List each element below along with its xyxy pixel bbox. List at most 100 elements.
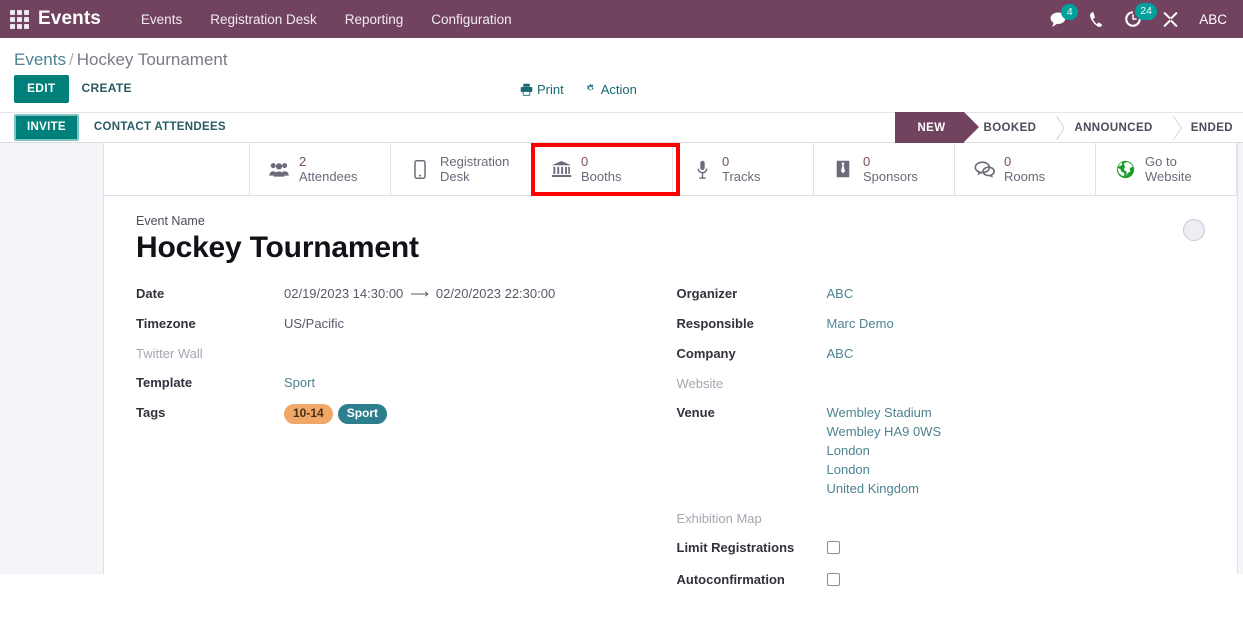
nav-item-reporting[interactable]: Reporting [331, 8, 418, 31]
field-timezone: Timezone US/Pacific [136, 315, 671, 334]
contact-attendees-button[interactable]: CONTACT ATTENDEES [83, 116, 237, 138]
attendees-count: 2 [299, 153, 307, 169]
venue-line-2[interactable]: Wembley HA9 0WS [827, 423, 942, 442]
messages-icon[interactable]: 4 [1050, 3, 1079, 28]
bank-booth-icon [550, 160, 572, 178]
nav-item-configuration[interactable]: Configuration [417, 8, 525, 31]
print-label: Print [537, 81, 564, 97]
smart-button-booths[interactable]: 0 Booths [532, 143, 673, 195]
attendees-label: Attendees [299, 169, 358, 184]
date-value[interactable]: 02/19/2023 14:30:00 ⟶ 02/20/2023 22:30:00 [284, 285, 555, 304]
date-end: 02/20/2023 22:30:00 [435, 286, 556, 302]
event-image-placeholder[interactable] [1183, 219, 1205, 241]
mobile-phone-icon [409, 159, 431, 179]
stage-new[interactable]: NEW [895, 112, 980, 143]
messages-count-badge: 4 [1061, 3, 1079, 20]
limit-registrations-value [826, 539, 840, 560]
invite-button[interactable]: INVITE [14, 114, 79, 141]
stage-announced[interactable]: ANNOUNCED [1055, 112, 1171, 143]
smart-button-rooms[interactable]: 0 Rooms [955, 143, 1096, 195]
limit-registrations-checkbox[interactable] [826, 541, 840, 555]
tag-10-14[interactable]: 10-14 [284, 404, 333, 425]
edit-button[interactable]: EDIT [14, 75, 69, 103]
venue-line-5[interactable]: United Kingdom [827, 480, 942, 499]
breadcrumb-current: Hockey Tournament [76, 50, 228, 69]
apps-grid-icon[interactable] [6, 6, 32, 32]
smart-button-bar: 2 Attendees Registration Desk 0 Booths 0… [104, 143, 1237, 196]
venue-value[interactable]: Wembley Stadium Wembley HA9 0WS London L… [827, 404, 942, 499]
field-autoconfirmation: Autoconfirmation [677, 571, 1206, 592]
twitter-wall-label: Twitter Wall [136, 346, 203, 362]
template-label: Template [136, 375, 193, 391]
sponsors-count: 0 [863, 153, 871, 169]
stage-ended[interactable]: ENDED [1172, 112, 1243, 143]
form-body: Event Name Hockey Tournament Date 02/19/… [104, 196, 1237, 603]
autoconfirmation-checkbox[interactable] [826, 573, 840, 587]
tag-sport[interactable]: Sport [337, 404, 388, 425]
phone-icon[interactable] [1089, 11, 1104, 28]
responsible-value[interactable]: Marc Demo [827, 315, 894, 334]
breadcrumb-separator: / [68, 50, 74, 69]
website-label: Go to Website [1145, 153, 1192, 184]
timezone-value[interactable]: US/Pacific [284, 315, 344, 334]
company-value[interactable]: ABC [827, 345, 854, 364]
smart-button-spacer [104, 143, 250, 195]
control-panel-actions: Print Action [520, 82, 637, 97]
venue-line-1[interactable]: Wembley Stadium [827, 404, 942, 423]
field-template: Template Sport [136, 374, 671, 393]
sponsors-label: Sponsors [863, 169, 918, 184]
field-responsible: Responsible Marc Demo [677, 315, 1206, 334]
event-name-value[interactable]: Hockey Tournament [136, 230, 1205, 265]
smart-button-tracks[interactable]: 0 Tracks [673, 143, 814, 195]
form-column-right: Organizer ABC Responsible Marc Demo Comp… [671, 285, 1206, 603]
field-venue: Venue Wembley Stadium Wembley HA9 0WS Lo… [677, 404, 1206, 499]
form-columns: Date 02/19/2023 14:30:00 ⟶ 02/20/2023 22:3… [136, 285, 1205, 603]
tie-sponsor-icon [832, 160, 854, 178]
organizer-value[interactable]: ABC [827, 285, 854, 304]
sheet-background: 2 Attendees Registration Desk 0 Booths 0… [0, 143, 1243, 587]
field-twitter-wall: Twitter Wall [136, 345, 671, 363]
create-button[interactable]: CREATE [69, 75, 145, 102]
tracks-label: Tracks [722, 169, 761, 184]
venue-line-3[interactable]: London [827, 442, 942, 461]
form-column-left: Date 02/19/2023 14:30:00 ⟶ 02/20/2023 22:3… [136, 285, 671, 603]
statusbar: NEW BOOKED ANNOUNCED ENDED [895, 112, 1243, 143]
timezone-label: Timezone [136, 316, 196, 332]
field-company: Company ABC [677, 345, 1206, 364]
registration-desk-label: Registration Desk [440, 153, 510, 184]
activity-clock-icon[interactable]: 24 [1124, 3, 1157, 28]
action-button[interactable]: Action [584, 82, 637, 97]
venue-line-4[interactable]: London [827, 461, 942, 480]
field-website: Website [677, 375, 1206, 393]
form-sheet: 2 Attendees Registration Desk 0 Booths 0… [103, 143, 1238, 587]
debug-tools-icon[interactable] [1162, 11, 1179, 28]
user-menu[interactable]: ABC [1199, 12, 1227, 27]
nav-item-registration-desk[interactable]: Registration Desk [196, 8, 331, 31]
date-arrow-icon: ⟶ [410, 286, 429, 302]
breadcrumb-root[interactable]: Events [14, 50, 66, 69]
smart-button-go-to-website[interactable]: Go to Website [1096, 143, 1237, 195]
tags-label: Tags [136, 405, 166, 421]
app-brand-events[interactable]: Events [38, 8, 101, 30]
print-button[interactable]: Print [520, 82, 564, 97]
activity-count-badge: 24 [1135, 3, 1157, 20]
smart-button-registration-desk[interactable]: Registration Desk [391, 143, 532, 195]
autoconfirmation-label: Autoconfirmation [676, 572, 785, 588]
organizer-label: Organizer [676, 286, 738, 302]
template-value[interactable]: Sport [284, 374, 315, 393]
field-organizer: Organizer ABC [677, 285, 1206, 304]
autoconfirmation-value [826, 571, 840, 592]
microphone-icon [691, 160, 713, 179]
limit-registrations-label: Limit Registrations [676, 540, 795, 556]
smart-button-attendees[interactable]: 2 Attendees [250, 143, 391, 195]
field-exhibition-map: Exhibition Map [677, 510, 1206, 528]
date-label: Date [136, 286, 165, 302]
smart-button-sponsors[interactable]: 0 Sponsors [814, 143, 955, 195]
venue-label: Venue [676, 405, 715, 421]
systray: 4 24 ABC [1050, 3, 1231, 28]
status-action-row: INVITE CONTACT ATTENDEES NEW BOOKED ANNO… [0, 112, 1243, 143]
tracks-count: 0 [722, 153, 730, 169]
field-limit-registrations: Limit Registrations [677, 539, 1206, 560]
nav-item-events[interactable]: Events [127, 8, 196, 31]
control-panel: Events / Hockey Tournament EDIT CREATE Pri… [0, 38, 1243, 143]
